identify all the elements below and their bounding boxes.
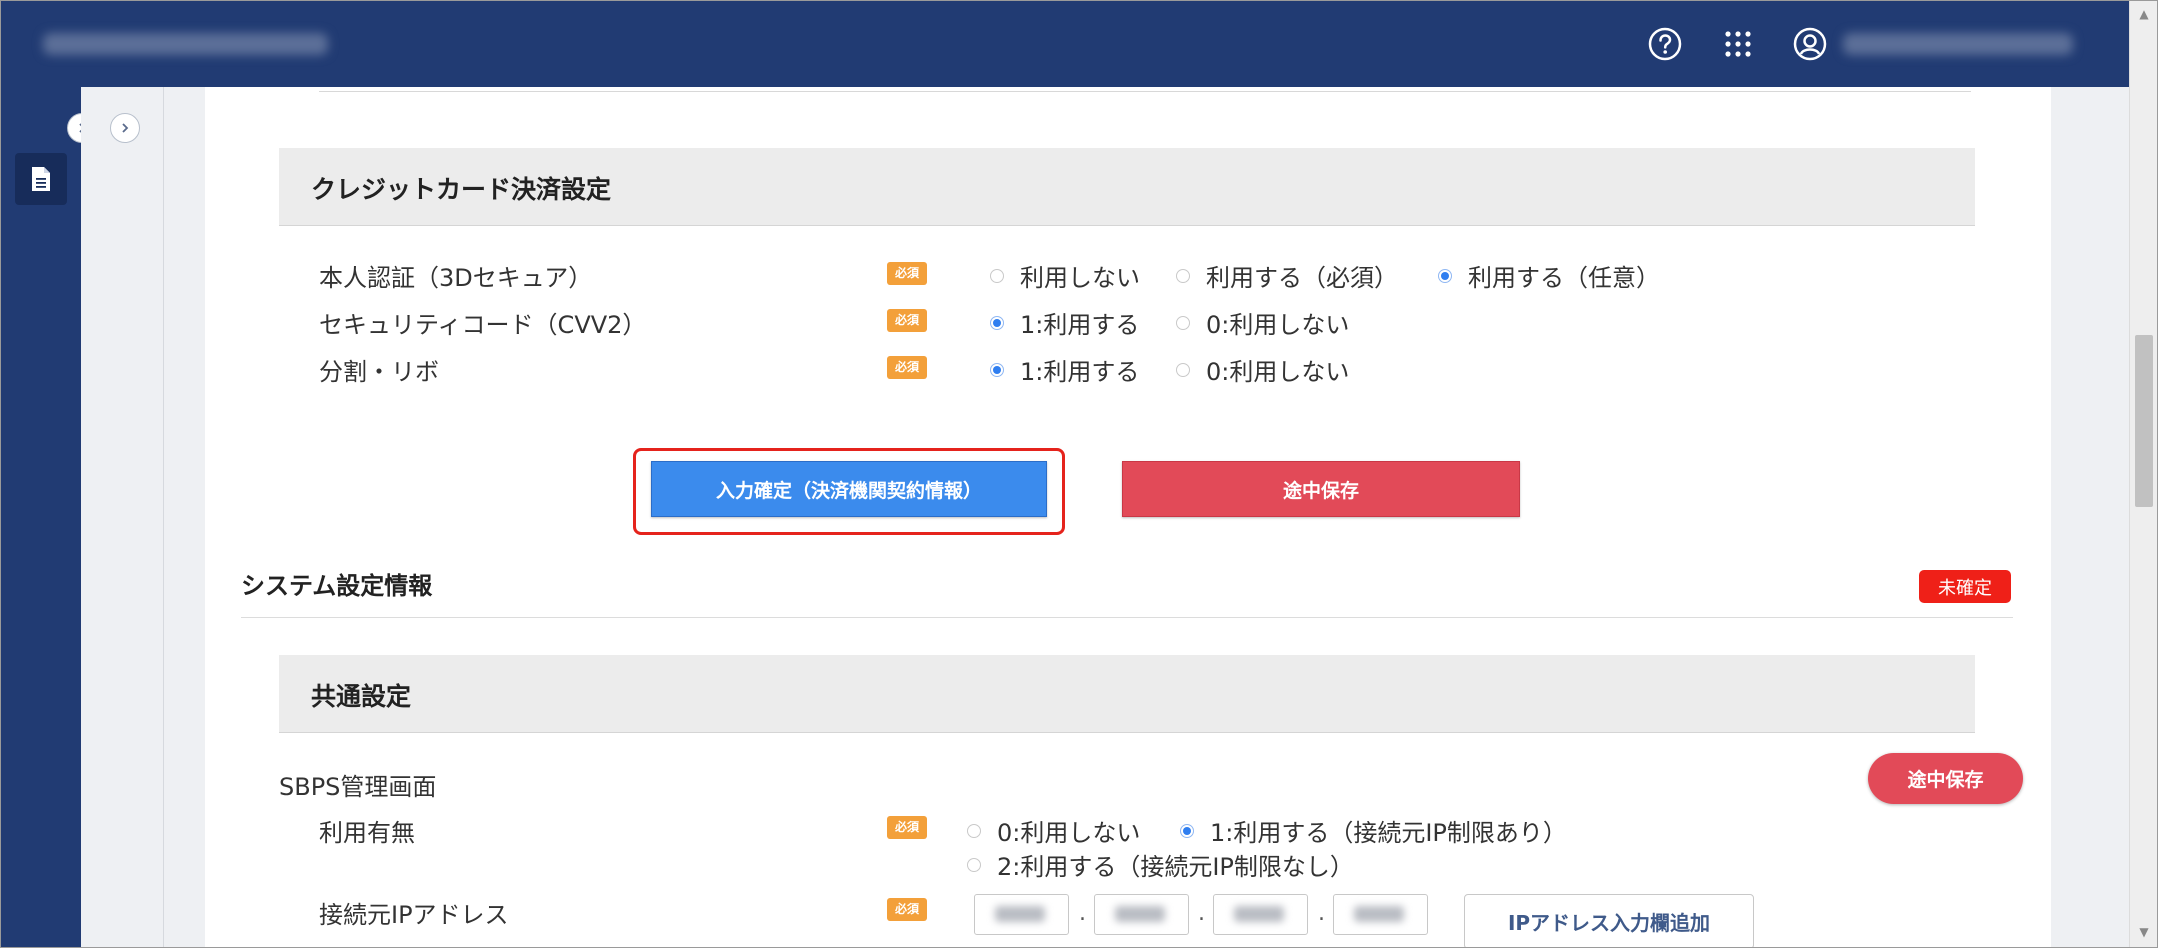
radio-icon[interactable] [967, 857, 981, 872]
sbps-admin-label: SBPS管理画面 [279, 773, 437, 801]
security-code-label: セキュリティコード（CVV2） [319, 311, 647, 339]
status-badge: 未確定 [1919, 570, 2011, 603]
required-badge: 必須 [887, 816, 927, 839]
expand-panel-chevron-icon[interactable] [110, 113, 140, 143]
app-window: クレジットカード決済設定 本人認証（3Dセキュア） 必須 利用しない 利用する（… [0, 0, 2158, 948]
user-icon[interactable] [1791, 25, 1829, 63]
ip-value-blurred [1354, 906, 1404, 922]
section-title: クレジットカード決済設定 [311, 175, 612, 204]
radio-icon[interactable] [1176, 362, 1190, 377]
help-circle-icon[interactable] [1646, 25, 1684, 63]
3d-secure-option-optional[interactable]: 利用する（任意） [1438, 258, 1660, 293]
usage-option-not-use[interactable]: 0:利用しない [967, 813, 1140, 848]
user-name-blurred[interactable] [1843, 33, 2073, 55]
required-badge: 必須 [887, 262, 927, 285]
scroll-down-arrow-icon[interactable]: ▼ [2133, 925, 2155, 941]
required-badge: 必須 [887, 356, 927, 379]
top-navigation-bar [1, 1, 2129, 87]
usage-option-ip-restricted[interactable]: 1:利用する（接続元IP制限あり） [1180, 813, 1567, 848]
scrollbar-thumb[interactable] [2135, 335, 2153, 507]
radio-selected-icon[interactable] [1180, 823, 1194, 838]
section-title: 共通設定 [311, 682, 412, 711]
ip-octet-2-input[interactable] [1094, 894, 1189, 935]
radio-selected-icon[interactable] [990, 315, 1004, 330]
ip-separator: . [1198, 901, 1205, 926]
section-divider [319, 87, 1971, 92]
required-badge: 必須 [887, 309, 927, 332]
ip-separator: . [1318, 901, 1325, 926]
ip-value-blurred [1234, 906, 1284, 922]
ip-value-blurred [995, 906, 1045, 922]
installment-label: 分割・リボ [319, 358, 439, 386]
credit-card-settings-header: クレジットカード決済設定 [279, 148, 1975, 226]
security-code-option-not-use[interactable]: 0:利用しない [1176, 305, 1349, 340]
ip-octet-1-input[interactable] [974, 894, 1069, 935]
secondary-panel [81, 87, 164, 947]
left-rail [1, 87, 81, 947]
common-settings-header: 共通設定 [279, 655, 1975, 733]
ip-separator: . [1079, 901, 1086, 926]
installment-option-not-use[interactable]: 0:利用しない [1176, 352, 1349, 387]
radio-selected-icon[interactable] [990, 362, 1004, 377]
app-title-blurred [43, 33, 328, 55]
ip-address-label: 接続元IPアドレス [319, 901, 509, 929]
save-draft-button[interactable]: 途中保存 [1122, 461, 1520, 517]
scroll-up-arrow-icon[interactable]: ▲ [2133, 7, 2155, 23]
ip-octet-4-input[interactable] [1333, 894, 1428, 935]
radio-icon[interactable] [990, 268, 1004, 283]
confirm-input-button[interactable]: 入力確定（決済機関契約情報） [651, 461, 1047, 517]
security-code-option-use[interactable]: 1:利用する [990, 305, 1139, 340]
section-divider [241, 617, 2013, 618]
apps-grid-icon[interactable] [1719, 25, 1757, 63]
save-draft-pill-button[interactable]: 途中保存 [1868, 753, 2023, 804]
3d-secure-option-required[interactable]: 利用する（必須） [1176, 258, 1398, 293]
usage-label: 利用有無 [319, 819, 415, 847]
installment-option-use[interactable]: 1:利用する [990, 352, 1139, 387]
usage-option-ip-unrestricted[interactable]: 2:利用する（接続元IP制限なし） [967, 847, 1354, 882]
system-settings-title: システム設定情報 [241, 572, 433, 600]
ip-octet-3-input[interactable] [1213, 894, 1308, 935]
radio-icon[interactable] [1176, 268, 1190, 283]
add-ip-field-button[interactable]: IPアドレス入力欄追加 [1464, 894, 1754, 947]
document-icon[interactable] [15, 153, 67, 205]
radio-icon[interactable] [1176, 315, 1190, 330]
3d-secure-option-none[interactable]: 利用しない [990, 258, 1140, 293]
radio-selected-icon[interactable] [1438, 268, 1452, 283]
required-badge: 必須 [887, 898, 927, 921]
ip-value-blurred [1115, 906, 1165, 922]
3d-secure-label: 本人認証（3Dセキュア） [319, 264, 593, 292]
radio-icon[interactable] [967, 823, 981, 838]
